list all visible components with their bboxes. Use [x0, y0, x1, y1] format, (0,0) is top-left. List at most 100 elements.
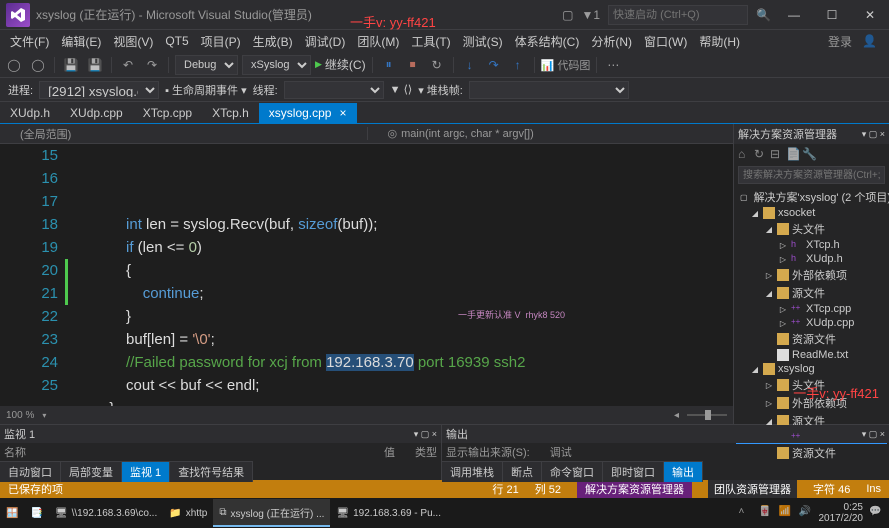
tray-up-icon[interactable]: ˄ [739, 506, 753, 520]
nav-fwd-icon[interactable]: ◯ [28, 55, 48, 75]
menu-analyze[interactable]: 分析(N) [585, 31, 638, 52]
process-combo[interactable]: [2912] xsyslog.exe [39, 81, 159, 99]
ptab-watch1[interactable]: 监视 1 [122, 462, 170, 482]
menu-file[interactable]: 文件(F) [4, 31, 55, 52]
undo-icon[interactable]: ↶ [118, 55, 138, 75]
ptab-autos[interactable]: 自动窗口 [0, 462, 61, 482]
code-line[interactable]: } [76, 397, 733, 406]
continue-button[interactable]: 继续(C) [315, 56, 366, 73]
taskbar-clock[interactable]: 0:252017/2/20 [819, 502, 864, 524]
search-icon[interactable]: 🔍 [756, 8, 771, 22]
menu-view[interactable]: 视图(V) [107, 31, 159, 52]
watch-col-type[interactable]: 类型 [415, 444, 437, 460]
code-line[interactable]: int len = syslog.Recv(buf, sizeof(buf)); [76, 213, 733, 236]
taskbar-putty[interactable]: 🖥192.168.3.69 - Pu... [330, 499, 447, 527]
tab-xsyslogcpp[interactable]: xsyslog.cpp× [259, 103, 357, 123]
redo-icon[interactable]: ↷ [142, 55, 162, 75]
login-link[interactable]: 登录 [828, 33, 862, 50]
code-line[interactable]: { [76, 259, 733, 282]
tray-net-icon[interactable]: 📶 [779, 506, 793, 520]
thread-combo[interactable] [284, 81, 384, 99]
taskbar-explorer[interactable]: 🖥\\192.168.3.69\co... [49, 499, 163, 527]
menu-team[interactable]: 团队(M) [351, 31, 405, 52]
tray-ime-icon[interactable]: 🀄 [759, 506, 773, 520]
code-line[interactable]: if (len <= 0) [76, 236, 733, 259]
maximize-button[interactable]: ☐ [817, 4, 847, 26]
codemap-label[interactable]: 📊 代码图 [541, 57, 591, 73]
sol-header-icons[interactable]: ▾ ▢ × [862, 129, 885, 140]
tree-node[interactable]: ◢头文件 [736, 220, 887, 238]
tray-notif-icon[interactable]: 💬 [869, 506, 883, 520]
pause-icon[interactable]: ⏸ [379, 55, 399, 75]
taskview-button[interactable]: 📑 [24, 499, 48, 527]
ptab-callstack[interactable]: 调用堆栈 [442, 462, 503, 482]
tree-node[interactable]: ◢源文件 [736, 284, 887, 302]
tab-xtcpcpp[interactable]: XTcp.cpp [133, 103, 202, 123]
step-into-icon[interactable]: ↓ [460, 55, 480, 75]
tree-node[interactable]: ▢解决方案'xsyslog' (2 个项目) [736, 188, 887, 206]
lifecycle-dropdown[interactable]: ▪ 生命周期事件 ▾ [165, 82, 247, 98]
sol-showall-icon[interactable]: 📄 [786, 147, 800, 161]
tree-node[interactable]: ▷XTcp.h [736, 238, 887, 252]
tree-node[interactable]: ▷XUdp.h [736, 252, 887, 266]
menu-architecture[interactable]: 体系结构(C) [509, 31, 586, 52]
tab-xudph[interactable]: XUdp.h [0, 103, 60, 123]
menu-qt5[interactable]: QT5 [159, 32, 194, 50]
tree-node[interactable]: ReadMe.txt [736, 348, 887, 362]
start-button[interactable]: 🪟 [0, 499, 24, 527]
code-line[interactable]: buf[len] = '\0'; [76, 328, 733, 351]
tree-node[interactable]: ▷XTcp.cpp [736, 302, 887, 316]
sol-refresh-icon[interactable]: ↻ [754, 147, 768, 161]
code-editor[interactable]: 1516171819202122232425 一手更新认准 V rhyk8 52… [0, 144, 733, 406]
ptab-immediate[interactable]: 即时窗口 [603, 462, 664, 482]
tree-node[interactable]: ◢xsocket [736, 206, 887, 220]
step-over-icon[interactable]: ↷ [484, 55, 504, 75]
code-line[interactable]: } [76, 305, 733, 328]
scope-global-combo[interactable]: (全局范围) [0, 126, 77, 142]
scope-func-combo[interactable]: ◎ main(int argc, char * argv[]) [367, 127, 734, 140]
tab-close-icon[interactable]: × [339, 106, 346, 120]
zoom-level[interactable]: 100 % [6, 410, 34, 421]
menu-help[interactable]: 帮助(H) [693, 31, 746, 52]
tab-xtcph[interactable]: XTcp.h [202, 103, 259, 123]
thread-nav-icon[interactable]: ▼ ⟨⟩ [390, 83, 413, 96]
restart-icon[interactable]: ↻ [427, 55, 447, 75]
menu-window[interactable]: 窗口(W) [638, 31, 693, 52]
stop-icon[interactable]: ⏹ [403, 55, 423, 75]
user-icon[interactable]: 👤 [862, 34, 877, 48]
menu-test[interactable]: 测试(S) [457, 31, 509, 52]
taskbar-vs[interactable]: ⧉xsyslog (正在运行) ... [213, 499, 330, 527]
menu-edit[interactable]: 编辑(E) [55, 31, 107, 52]
watch-panel-icons[interactable]: ▾ ▢ × [414, 429, 437, 440]
status-team-tab[interactable]: 解决方案资源管理器 [577, 480, 692, 498]
ptab-locals[interactable]: 局部变量 [61, 462, 122, 482]
sol-search-input[interactable] [738, 166, 885, 184]
minimize-button[interactable]: — [779, 4, 809, 26]
output-panel-icons[interactable]: ▾ ▢ × [862, 429, 885, 440]
ptab-command[interactable]: 命令窗口 [542, 462, 603, 482]
tree-node[interactable]: ◢xsyslog [736, 362, 887, 376]
ptab-findresults[interactable]: 查找符号结果 [170, 462, 253, 482]
menu-tools[interactable]: 工具(T) [405, 31, 456, 52]
tray-vol-icon[interactable]: 🔊 [799, 506, 813, 520]
nav-back-icon[interactable]: ◯ [4, 55, 24, 75]
notification-icon[interactable]: ▢ [562, 8, 573, 22]
watch-col-value[interactable]: 值 [384, 444, 395, 460]
tree-node[interactable]: ▷XUdp.cpp [736, 316, 887, 330]
watch-col-name[interactable]: 名称 [4, 444, 26, 460]
config-combo[interactable]: Debug [175, 55, 238, 75]
code-line[interactable]: continue; [76, 282, 733, 305]
menu-build[interactable]: 生成(B) [247, 31, 299, 52]
save-all-icon[interactable]: 💾 [85, 55, 105, 75]
quick-launch-input[interactable] [608, 5, 748, 25]
tab-xudpcpp[interactable]: XUdp.cpp [60, 103, 133, 123]
save-icon[interactable]: 💾 [61, 55, 81, 75]
ptab-output[interactable]: 输出 [664, 462, 703, 482]
taskbar-xhttp[interactable]: 📁xhttp [163, 499, 213, 527]
tb-extra-icon[interactable]: ⋯ [603, 55, 623, 75]
tree-node[interactable]: 资源文件 [736, 330, 887, 348]
status-team2[interactable]: 团队资源管理器 [708, 480, 797, 498]
code-line[interactable]: //Failed password for xcj from 192.168.3… [76, 351, 733, 374]
hscroll-slider[interactable] [687, 414, 727, 416]
menu-debug[interactable]: 调试(D) [299, 31, 352, 52]
